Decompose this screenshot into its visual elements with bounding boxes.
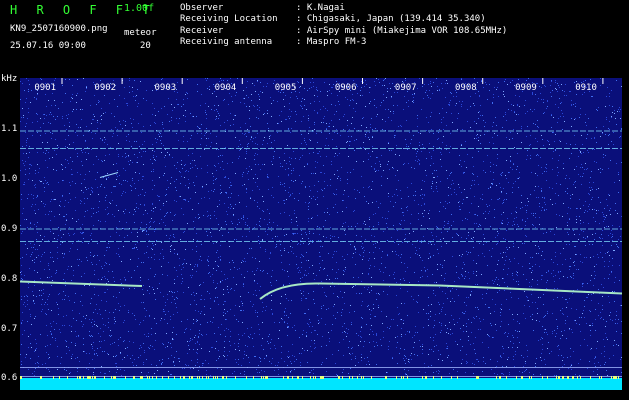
x-tick-label: 0907 — [395, 83, 417, 93]
x-tick-label: 0909 — [515, 83, 537, 93]
spectrogram-plot: 0901 0902 0903 0904 0905 0906 0907 0908 0909 0910 — [20, 78, 622, 390]
observer-value: : K.Nagai — [296, 3, 345, 13]
y-tick: 0.8 — [1, 274, 18, 284]
location-label: Receiving Location — [180, 14, 278, 24]
receiver-value: : AirSpy mini (Miakejima VOR 108.65MHz) — [296, 26, 508, 36]
x-tick-label: 0905 — [275, 83, 297, 93]
y-tick: 1.0 — [1, 174, 18, 184]
x-tick-label: 0908 — [455, 83, 477, 93]
y-axis-unit: kHz — [1, 74, 18, 84]
meteor-label: meteor — [124, 28, 157, 38]
observer-label: Observer — [180, 3, 224, 13]
version-label: 1.00f — [124, 3, 155, 14]
filename-label: KN9_2507160900.png — [10, 24, 108, 34]
x-tick-label: 0906 — [335, 83, 357, 93]
x-tick-label: 0901 — [34, 83, 56, 93]
antenna-value: : Maspro FM-3 — [296, 37, 367, 47]
location-value: : Chigasaki, Japan (139.414 35.340) — [296, 14, 486, 24]
x-tick-label: 0902 — [94, 83, 116, 93]
spectrogram-canvas: 0901 0902 0903 0904 0905 0906 0907 0908 0909 0910 — [20, 78, 622, 390]
antenna-label: Receiving antenna — [180, 37, 273, 47]
meteor-count: 20 — [140, 41, 151, 51]
hrofft-window: H R O F F T 1.00f KN9_2507160900.png met… — [0, 0, 629, 400]
receiver-label: Receiver — [180, 26, 224, 36]
x-tick-label: 0904 — [215, 83, 237, 93]
y-tick: 1.1 — [1, 124, 18, 134]
y-tick: 0.7 — [1, 324, 18, 334]
x-tick-label: 0910 — [575, 83, 597, 93]
y-tick: 0.9 — [1, 224, 18, 234]
y-tick: 0.6 — [1, 373, 18, 383]
timestamp-label: 25.07.16 09:00 — [10, 41, 86, 51]
x-tick-label: 0903 — [155, 83, 177, 93]
